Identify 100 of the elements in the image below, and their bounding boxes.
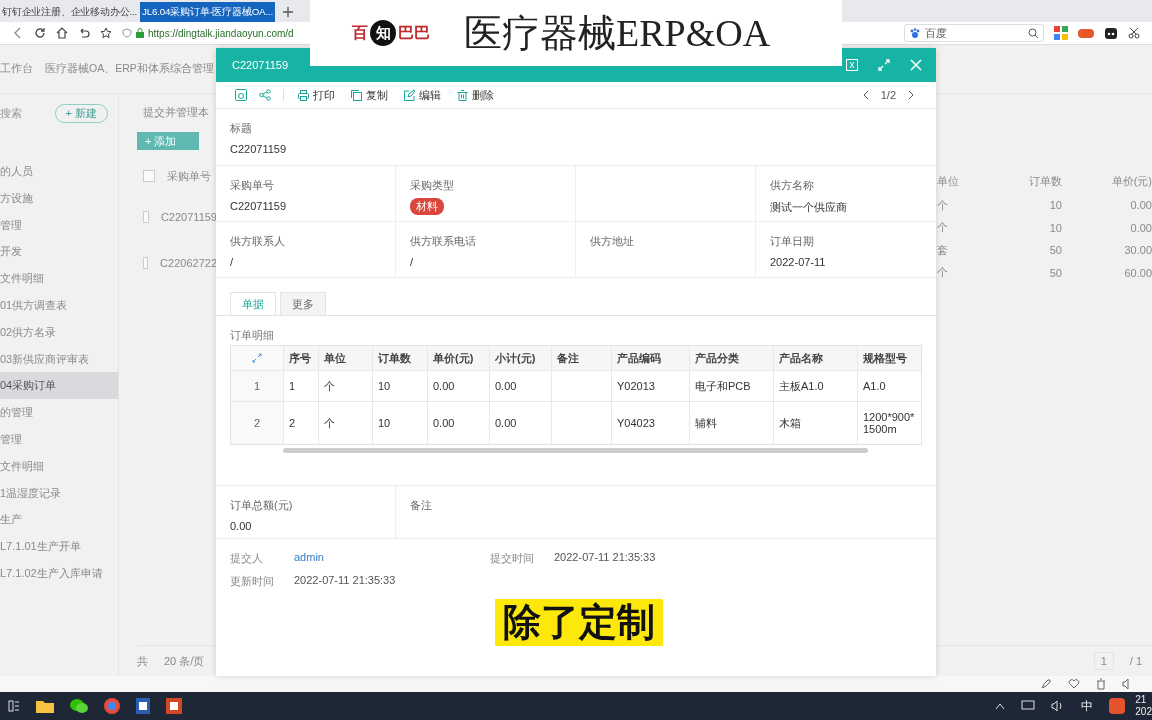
- logo-badge: 知: [370, 20, 396, 46]
- delete-button[interactable]: 删除: [455, 87, 496, 103]
- column-header: 单价(元): [1110, 173, 1152, 189]
- meta-value: 2022-07-11 21:35:33: [554, 551, 656, 565]
- checkbox[interactable]: [143, 170, 155, 182]
- table-cell: Y04023: [617, 417, 655, 429]
- sidebar-item[interactable]: 文件明细: [0, 452, 118, 480]
- user-link[interactable]: admin: [294, 551, 324, 566]
- table-cell: 0.00: [433, 380, 455, 392]
- sidebar-item[interactable]: 管理: [0, 211, 118, 239]
- sidebar-item[interactable]: 方设施: [0, 184, 118, 212]
- sidebar-item[interactable]: 1温湿度记录: [0, 479, 118, 507]
- paw-icon: [909, 27, 921, 39]
- sidebar-item[interactable]: 的管理: [0, 399, 118, 426]
- browser-tab[interactable]: JL6.04采购订单-医疗器械OA...: [139, 2, 275, 22]
- search-icon[interactable]: [1028, 27, 1039, 39]
- field-label: 采购类型: [410, 178, 455, 193]
- field-label: 采购单号: [230, 178, 275, 193]
- browser-icon[interactable]: [104, 698, 120, 714]
- task-view-icon[interactable]: [8, 700, 20, 712]
- robot-icon[interactable]: [1104, 26, 1118, 40]
- clock-text: 21: [1135, 694, 1148, 706]
- tab[interactable]: 更多: [280, 292, 326, 315]
- table-cell-text: 30.00: [1123, 244, 1152, 257]
- presentation-icon[interactable]: [166, 698, 182, 714]
- input-method-indicator[interactable]: 中: [1081, 697, 1094, 715]
- browser-tab[interactable]: 钉钉企业注册、企业移动办公...: [0, 2, 139, 22]
- breadcrumb-item[interactable]: 医疗器械OA、ERP和体系综合管理: [45, 62, 214, 76]
- search-field[interactable]: 百度: [904, 24, 1044, 42]
- table-cell: 1200*900*1500m: [863, 411, 916, 435]
- column-header: 订单数: [1028, 173, 1063, 189]
- field-value: 测试一个供应商: [770, 200, 848, 215]
- sidebar-item[interactable]: L7.1.02生产入库申请: [0, 559, 118, 587]
- sidebar-item[interactable]: 管理: [0, 425, 118, 453]
- address-field[interactable]: https://dingtalk.jiandaoyun.com/d: [122, 25, 312, 41]
- printer-icon: [298, 89, 309, 101]
- sidebar-item[interactable]: 03新供应商评审表: [0, 345, 118, 373]
- copy-button[interactable]: 复制: [349, 87, 390, 103]
- document-icon[interactable]: [136, 698, 150, 714]
- scissors-icon[interactable]: [1128, 27, 1140, 39]
- table-cell: 0.00: [495, 417, 517, 429]
- image-icon[interactable]: [235, 89, 247, 101]
- table-cell: 1: [289, 380, 296, 392]
- scrollbar[interactable]: [283, 448, 868, 453]
- field-value: /: [230, 256, 235, 268]
- section-label: 订单明细: [229, 328, 275, 343]
- sidebar-search-field[interactable]: 搜索: [0, 105, 22, 121]
- breadcrumb-item[interactable]: 工作台: [0, 62, 33, 76]
- previous-icon[interactable]: [862, 90, 869, 100]
- next-icon[interactable]: [908, 90, 914, 100]
- star-icon[interactable]: [100, 27, 112, 39]
- close-icon[interactable]: [910, 59, 922, 71]
- table-cell: 2: [253, 417, 261, 429]
- table-cell-text: 50: [1048, 266, 1063, 279]
- speaker-icon[interactable]: [1122, 678, 1132, 690]
- table-cell: Y02013: [617, 380, 655, 392]
- trash-icon[interactable]: [1096, 678, 1106, 690]
- chevron-up-icon[interactable]: [995, 702, 1006, 710]
- sidebar-item[interactable]: 01供方调查表: [0, 292, 118, 319]
- sidebar-item[interactable]: 02供方名录: [0, 318, 118, 346]
- total-label: 共: [137, 653, 148, 669]
- sidebar-item[interactable]: 生产: [0, 506, 118, 534]
- subtitle-caption: 除了定制: [495, 599, 663, 646]
- heart-icon[interactable]: [1068, 678, 1080, 690]
- table-cell-text: 个: [937, 265, 949, 281]
- table-cell-text: 50: [1048, 244, 1063, 257]
- expand-icon[interactable]: [252, 353, 262, 363]
- field-label: 供方地址: [590, 234, 635, 249]
- column-header: 序号: [289, 350, 311, 366]
- print-button[interactable]: 打印: [296, 87, 337, 103]
- table-cell-text: 个: [937, 220, 949, 236]
- undo-icon[interactable]: [78, 27, 90, 39]
- home-icon[interactable]: [56, 27, 68, 39]
- network-icon[interactable]: [1021, 700, 1036, 712]
- column-header: 单位: [937, 173, 960, 189]
- sidebar-item[interactable]: 文件明细: [0, 265, 118, 292]
- sidebar-item[interactable]: L7.1.01生产开单: [0, 533, 118, 560]
- reload-icon[interactable]: [34, 27, 46, 39]
- checkbox[interactable]: [143, 257, 149, 269]
- table-cell-text: 10: [1048, 221, 1063, 234]
- sidebar-item[interactable]: 的人员: [0, 158, 118, 185]
- checkbox[interactable]: [143, 211, 149, 223]
- page-input[interactable]: 1: [1093, 652, 1114, 670]
- new-button[interactable]: + 新建: [54, 103, 108, 123]
- add-button[interactable]: + 添加: [137, 132, 199, 150]
- dialog-title: C22071159: [232, 59, 289, 71]
- tab[interactable]: 单据: [230, 292, 276, 315]
- sidebar-item[interactable]: 04采购订单: [0, 372, 118, 400]
- spreadsheet-icon[interactable]: [846, 59, 858, 71]
- sidebar-item[interactable]: 开发: [0, 238, 118, 266]
- form-tab[interactable]: 提交并管理本: [137, 102, 209, 122]
- folder-icon[interactable]: [36, 699, 54, 713]
- edit-button[interactable]: 编辑: [402, 87, 443, 103]
- table-cell: 辅料: [695, 415, 717, 431]
- chat-icon[interactable]: [70, 698, 88, 714]
- field-label: 备注: [410, 498, 433, 513]
- grid-icon[interactable]: [1054, 26, 1068, 40]
- edit-icon: [404, 89, 415, 101]
- meta-label: 提交人: [230, 551, 264, 566]
- page-size-select[interactable]: 20 条/页: [164, 653, 205, 669]
